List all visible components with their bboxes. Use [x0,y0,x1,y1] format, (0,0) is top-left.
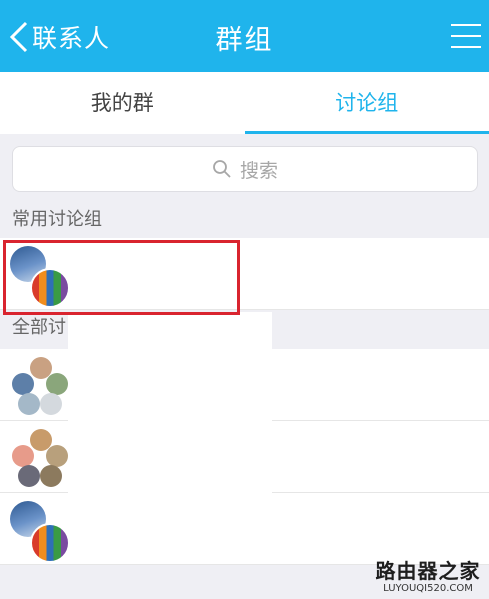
watermark-text: 路由器之家 [375,559,481,583]
redaction-mask [68,312,272,348]
watermark-url: LUYOUQI520.COM [383,583,473,594]
watermark: 路由器之家 LUYOUQI520.COM [375,559,481,595]
avatar [10,501,70,563]
avatar [10,357,68,415]
nav-header: 联系人 群组 [0,0,489,72]
avatar [10,429,68,487]
section-header-common: 常用讨论组 [0,202,489,238]
search-icon [213,160,231,178]
avatar [10,246,70,308]
search-area: 搜索 [0,134,489,202]
redaction-mask [68,348,272,493]
search-input[interactable]: 搜索 [12,146,478,192]
list-item[interactable] [0,493,489,565]
tab-bar: 我的群 讨论组 [0,72,489,134]
list-item[interactable] [0,238,489,310]
hamburger-menu-icon[interactable] [451,22,481,50]
tab-discussion-groups[interactable]: 讨论组 [244,72,489,134]
search-placeholder: 搜索 [239,159,278,182]
page-title: 群组 [215,25,274,56]
tab-my-groups[interactable]: 我的群 [0,72,245,134]
